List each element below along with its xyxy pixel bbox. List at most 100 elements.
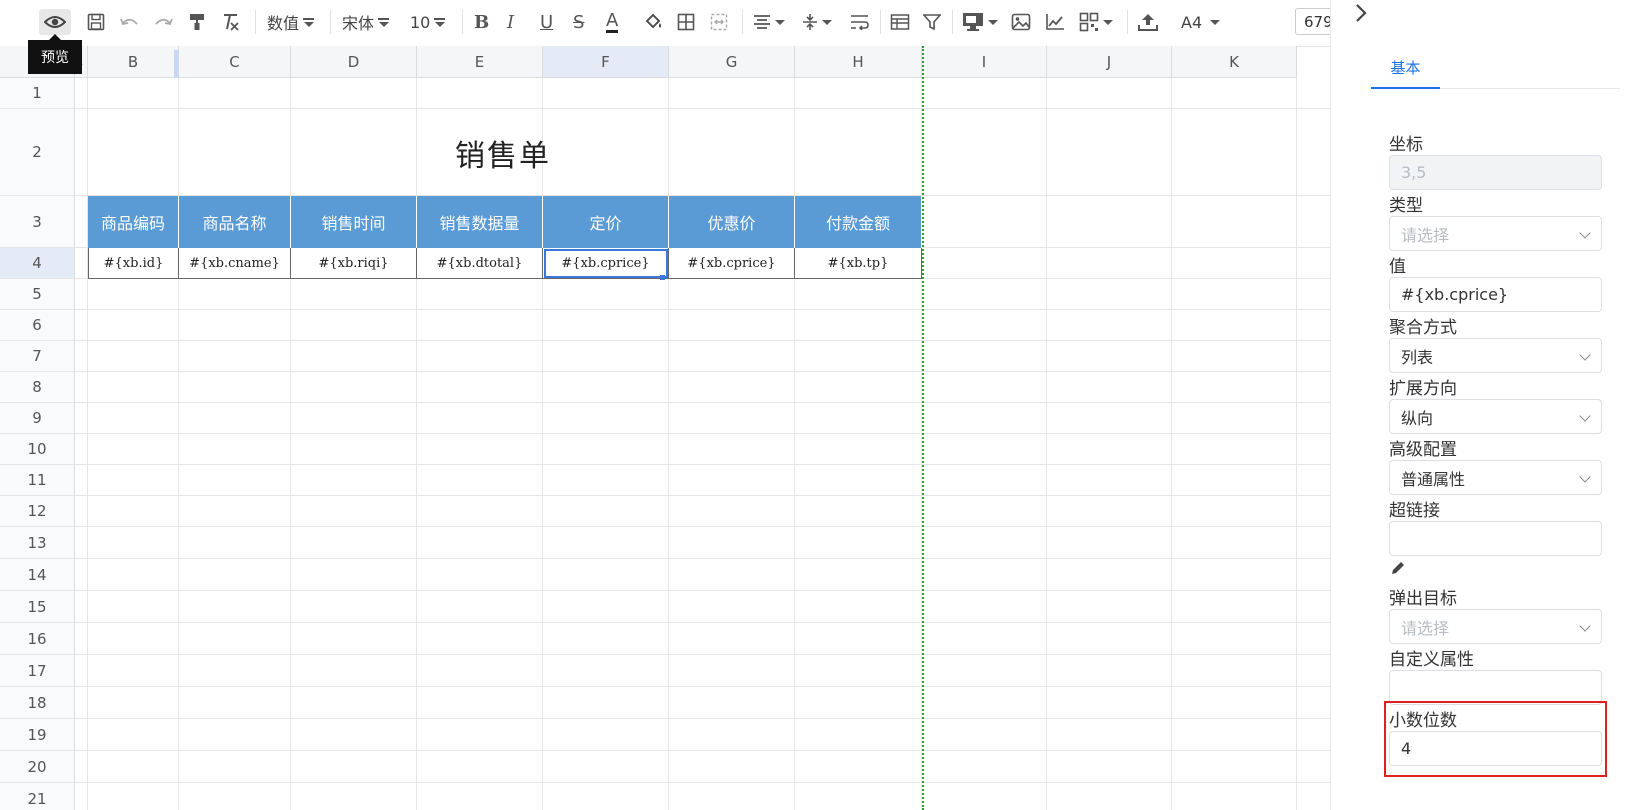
insert-chart-button[interactable] xyxy=(1045,9,1065,35)
print-setup-dropdown[interactable] xyxy=(962,9,998,35)
number-format-dropdown[interactable]: 数值 xyxy=(267,9,315,35)
row-header-19[interactable]: 19 xyxy=(0,719,75,751)
report-title-cell[interactable]: 销售单 xyxy=(88,110,918,196)
column-header-j[interactable]: J xyxy=(1047,46,1172,78)
row-header-13[interactable]: 13 xyxy=(0,527,75,559)
column-header-b[interactable]: B xyxy=(88,46,179,78)
paper-size-dropdown[interactable]: A4 xyxy=(1181,9,1221,35)
upload-icon xyxy=(1138,14,1158,31)
data-cell[interactable]: #{xb.cprice} xyxy=(669,248,795,279)
collapse-panel-button[interactable] xyxy=(1354,2,1368,30)
row-header-18[interactable]: 18 xyxy=(0,687,75,719)
font-family-dropdown[interactable]: 宋体 xyxy=(342,9,390,35)
header-cell[interactable]: 定价 xyxy=(543,196,669,248)
paper-size-label: A4 xyxy=(1181,12,1203,32)
row-header-2[interactable]: 2 xyxy=(0,109,75,196)
row-header-7[interactable]: 7 xyxy=(0,341,75,372)
column-header-f[interactable]: F xyxy=(543,46,669,78)
qrcode-dropdown[interactable] xyxy=(1079,9,1113,35)
bold-button[interactable]: B xyxy=(474,9,489,35)
fill-handle[interactable] xyxy=(660,275,665,280)
column-header-k[interactable]: K xyxy=(1172,46,1297,78)
grid-row-line xyxy=(75,686,1330,687)
aggregation-select-value: 列表 xyxy=(1401,347,1434,367)
aggregation-select[interactable]: 列表 xyxy=(1389,338,1602,373)
vertical-align-dropdown[interactable] xyxy=(802,9,832,35)
row-header-9[interactable]: 9 xyxy=(0,403,75,434)
row-header-12[interactable]: 12 xyxy=(0,496,75,527)
undo-button[interactable] xyxy=(120,9,140,35)
header-cell[interactable]: 付款金额 xyxy=(795,196,922,248)
zoom-input[interactable]: 679 xyxy=(1295,8,1335,35)
grid-row-line xyxy=(75,590,1330,591)
edit-hyperlink-button[interactable] xyxy=(1390,560,1406,580)
row-header-17[interactable]: 17 xyxy=(0,655,75,687)
border-button[interactable] xyxy=(677,9,695,35)
horizontal-align-dropdown[interactable] xyxy=(753,9,785,35)
row-header-8[interactable]: 8 xyxy=(0,372,75,403)
header-cell[interactable]: 商品名称 xyxy=(179,196,291,248)
font-color-button[interactable]: A xyxy=(606,9,619,35)
expand-direction-select[interactable]: 纵向 xyxy=(1389,399,1602,434)
table-button[interactable] xyxy=(890,9,910,35)
data-cell[interactable]: #{xb.cname} xyxy=(179,248,291,279)
tab-basic[interactable]: 基本 xyxy=(1371,57,1440,87)
underline-button[interactable]: U xyxy=(540,9,553,35)
filter-button[interactable] xyxy=(923,9,941,35)
insert-image-button[interactable] xyxy=(1011,9,1031,35)
row-header-11[interactable]: 11 xyxy=(0,465,75,496)
row-header-15[interactable]: 15 xyxy=(0,591,75,623)
wrap-text-button[interactable] xyxy=(850,9,870,35)
row-header-14[interactable]: 14 xyxy=(0,559,75,591)
header-cell[interactable]: 优惠价 xyxy=(669,196,795,248)
row-header-1[interactable]: 1 xyxy=(0,78,75,109)
spreadsheet-grid[interactable]: ABCDEFGHIJK 1234567891011121314151617181… xyxy=(0,46,1330,810)
line-chart-icon xyxy=(1046,14,1064,30)
row-header-20[interactable]: 20 xyxy=(0,751,75,783)
hyperlink-field[interactable] xyxy=(1389,521,1602,556)
data-cell[interactable]: #{xb.id} xyxy=(88,248,179,279)
row-header-5[interactable]: 5 xyxy=(0,279,75,310)
data-cell[interactable]: #{xb.riqi} xyxy=(291,248,417,279)
preview-tooltip: 预览 xyxy=(28,34,82,74)
preview-button[interactable] xyxy=(39,9,71,35)
clear-format-button[interactable] xyxy=(222,9,240,35)
header-cell[interactable]: 销售时间 xyxy=(291,196,417,248)
type-select[interactable]: 请选择 xyxy=(1389,216,1602,251)
row-header-6[interactable]: 6 xyxy=(0,310,75,341)
selected-cell[interactable]: #{xb.cprice} xyxy=(543,248,669,279)
column-header-c[interactable]: C xyxy=(179,46,291,78)
strikethrough-button[interactable]: S xyxy=(573,9,584,35)
format-painter-button[interactable] xyxy=(189,9,207,35)
column-header-d[interactable]: D xyxy=(291,46,417,78)
popup-target-select[interactable]: 请选择 xyxy=(1389,609,1602,644)
value-field[interactable]: #{xb.cprice} xyxy=(1389,277,1602,312)
advanced-config-select[interactable]: 普通属性 xyxy=(1389,460,1602,495)
fill-color-button[interactable] xyxy=(644,9,664,35)
row-header-3[interactable]: 3 xyxy=(0,196,75,248)
row-header-10[interactable]: 10 xyxy=(0,434,75,465)
header-cell[interactable]: 销售数据量 xyxy=(417,196,543,248)
wrap-text-icon xyxy=(851,15,869,30)
row-header-21[interactable]: 21 xyxy=(0,783,75,810)
grid-row-line xyxy=(75,340,1330,341)
column-header-i[interactable]: I xyxy=(922,46,1047,78)
font-size-dropdown[interactable]: 10 xyxy=(410,9,446,35)
header-cell[interactable]: 商品编码 xyxy=(88,196,179,248)
chevron-down-icon xyxy=(1579,471,1591,483)
italic-button[interactable]: I xyxy=(507,9,514,35)
row-header-4[interactable]: 4 xyxy=(0,248,75,279)
column-header-h[interactable]: H xyxy=(795,46,922,78)
data-cell[interactable]: #{xb.tp} xyxy=(795,248,922,279)
upload-button[interactable] xyxy=(1137,9,1159,35)
column-header-e[interactable]: E xyxy=(417,46,543,78)
data-cell[interactable]: #{xb.dtotal} xyxy=(417,248,543,279)
row-header-16[interactable]: 16 xyxy=(0,623,75,655)
border-icon xyxy=(677,13,695,31)
merge-cells-button[interactable] xyxy=(710,9,728,35)
chevron-down-icon xyxy=(1579,227,1591,239)
save-button[interactable] xyxy=(87,9,105,35)
custom-attribute-field[interactable] xyxy=(1389,670,1602,705)
column-header-g[interactable]: G xyxy=(669,46,795,78)
redo-button[interactable] xyxy=(153,9,173,35)
